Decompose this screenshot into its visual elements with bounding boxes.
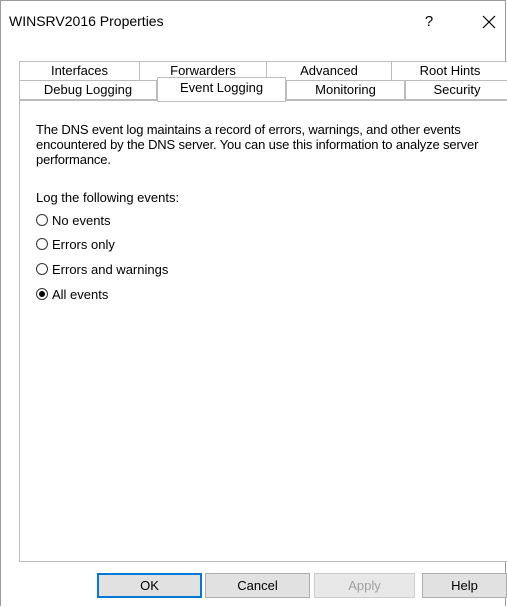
title-bar: WINSRV2016 Properties ? — [1, 1, 505, 41]
close-icon[interactable] — [474, 8, 504, 36]
tab-row-front: Debug Logging Event Logging Monitoring S… — [1, 77, 507, 102]
radio-label: No events — [52, 212, 111, 228]
cancel-button[interactable]: Cancel — [205, 573, 310, 598]
window-title: WINSRV2016 Properties — [9, 13, 164, 29]
help-button[interactable]: Help — [422, 573, 507, 598]
radio-circle-selected[interactable] — [36, 288, 48, 300]
tab-root-hints[interactable]: Root Hints — [391, 61, 507, 81]
tab-interfaces[interactable]: Interfaces — [19, 61, 140, 81]
ok-button[interactable]: OK — [97, 573, 202, 598]
radio-circle[interactable] — [36, 263, 48, 275]
apply-button[interactable]: Apply — [314, 573, 415, 598]
properties-dialog: WINSRV2016 Properties ? Interfaces Forwa… — [0, 0, 507, 606]
radio-circle[interactable] — [36, 238, 48, 250]
radio-errors-and-warnings[interactable]: Errors and warnings — [36, 261, 168, 277]
radio-label: All events — [52, 286, 109, 302]
event-log-description: The DNS event log maintains a record of … — [36, 122, 479, 167]
radio-label: Errors only — [52, 236, 115, 252]
tab-panel — [19, 100, 507, 562]
tab-security[interactable]: Security — [405, 80, 507, 100]
radio-label: Errors and warnings — [52, 261, 169, 277]
help-icon[interactable]: ? — [416, 10, 442, 34]
tab-event-logging[interactable]: Event Logging — [157, 77, 286, 102]
radio-errors-only[interactable]: Errors only — [36, 236, 115, 252]
log-events-label: Log the following events: — [36, 190, 180, 205]
radio-all-events[interactable]: All events — [36, 286, 108, 302]
tab-monitoring[interactable]: Monitoring — [286, 80, 405, 100]
radio-no-events[interactable]: No events — [36, 212, 111, 228]
radio-circle[interactable] — [36, 214, 48, 226]
tab-debug-logging[interactable]: Debug Logging — [19, 80, 157, 100]
